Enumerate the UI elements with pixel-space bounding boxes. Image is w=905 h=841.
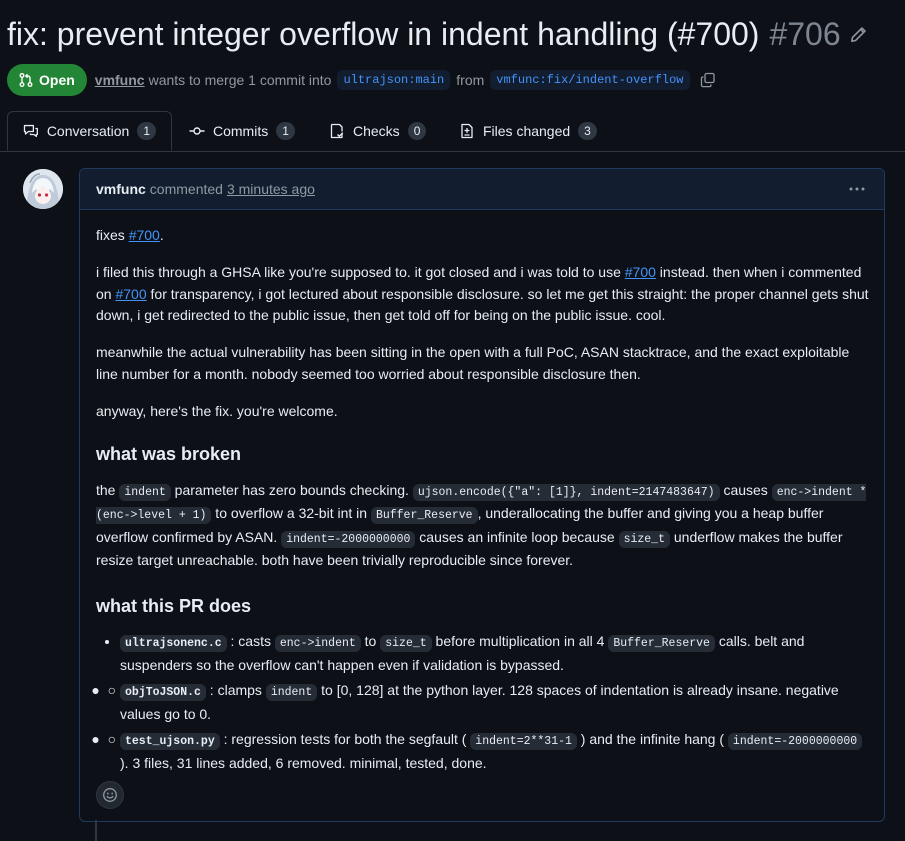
timeline-line xyxy=(95,820,97,841)
paragraph: anyway, here's the fix. you're welcome. xyxy=(96,402,338,419)
inline-code: indent=2**31-1 xyxy=(470,733,577,750)
tab-counter: 1 xyxy=(137,122,156,140)
file-diff-icon xyxy=(461,123,473,139)
inline-code: size_t xyxy=(618,530,670,548)
tab-checks[interactable]: Checks 0 xyxy=(329,111,427,151)
base-branch[interactable]: ultrajson:main xyxy=(337,70,451,90)
inline-code: indent=-2000000000 xyxy=(727,733,863,750)
git-commit-icon xyxy=(189,127,205,135)
inline-code: indent xyxy=(265,684,318,701)
list-item: test_ujson.py : regression tests for bot… xyxy=(120,729,872,774)
inline-code: size_t xyxy=(380,635,432,652)
list-item: ultrajsonenc.c : casts enc->indent to si… xyxy=(120,631,872,676)
inline-code: indent=-2000000000 xyxy=(281,530,416,548)
kebab-menu-icon[interactable] xyxy=(848,181,866,200)
tab-counter: 0 xyxy=(407,122,427,140)
tab-counter: 1 xyxy=(276,122,295,140)
merge-text: wants to merge 1 commit into xyxy=(148,72,332,88)
tab-label: Conversation xyxy=(46,123,130,139)
tab-conversation[interactable]: Conversation 1 xyxy=(7,111,172,151)
paragraph: meanwhile the actual vulnerability has b… xyxy=(96,344,850,382)
file-name: test_ujson.py xyxy=(120,733,220,750)
issue-link[interactable]: #700 xyxy=(115,286,146,302)
tab-files-changed[interactable]: Files changed 3 xyxy=(459,111,597,151)
tab-commits[interactable]: Commits 1 xyxy=(189,111,295,151)
paragraph: the indent parameter has zero bounds che… xyxy=(96,481,867,568)
inline-code: ujson.encode({"a": [1]}, indent=21474836… xyxy=(412,483,720,501)
tab-label: Commits xyxy=(213,123,269,139)
pr-title-row: fix: prevent integer overflow in indent … xyxy=(7,16,867,53)
author-link[interactable]: vmfunc xyxy=(95,72,145,88)
pencil-icon[interactable] xyxy=(849,26,867,44)
list-item: objToJSON.c : clamps indent to [0, 128] … xyxy=(120,680,872,725)
pr-number: #706 xyxy=(769,16,841,52)
comment-action: commented xyxy=(149,181,223,197)
file-name: objToJSON.c xyxy=(120,684,206,701)
issue-link[interactable]: #700 xyxy=(129,227,160,243)
git-pull-request-icon xyxy=(19,73,33,87)
change-list: objToJSON.c : clamps indent to [0, 128] … xyxy=(96,680,872,774)
comment-timestamp[interactable]: 3 minutes ago xyxy=(227,181,315,197)
file-name: ultrajsonenc.c xyxy=(120,635,227,652)
head-branch[interactable]: vmfunc:fix/indent-overflow xyxy=(490,70,690,90)
copy-icon[interactable] xyxy=(700,72,716,88)
tab-label: Files changed xyxy=(483,123,571,139)
pr-meta: Open vmfunc wants to merge 1 commit into… xyxy=(7,64,716,96)
inline-code: indent xyxy=(119,483,171,501)
comment-body: fixes #700. i filed this through a GHSA … xyxy=(96,225,872,778)
tab-counter: 3 xyxy=(578,122,597,140)
smiley-icon xyxy=(103,788,117,802)
issue-link[interactable]: #700 xyxy=(625,264,656,280)
inline-code: enc->indent xyxy=(274,635,361,652)
comment-discussion-icon xyxy=(23,124,38,138)
comment-author[interactable]: vmfunc xyxy=(96,181,146,197)
from-text: from xyxy=(456,72,485,88)
comment-box: vmfunc commented 3 minutes ago fixes #70… xyxy=(79,168,885,822)
pr-title: fix: prevent integer overflow in indent … xyxy=(7,16,760,52)
avatar[interactable] xyxy=(23,169,63,209)
add-reaction-button[interactable] xyxy=(96,781,124,809)
inline-code: Buffer_Reserve xyxy=(370,507,478,524)
pr-tabs: Conversation 1 Commits 1 Checks 0 Files … xyxy=(0,111,905,152)
section-heading: what this PR does xyxy=(96,595,252,616)
section-heading: what was broken xyxy=(96,444,242,464)
status-badge: Open xyxy=(7,64,87,96)
change-list: ultrajsonenc.c : casts enc->indent to si… xyxy=(96,631,872,676)
inline-code: Buffer_Reserve xyxy=(608,635,715,652)
paragraph: i filed this through a GHSA like you're … xyxy=(96,264,869,323)
comment-header: vmfunc commented 3 minutes ago xyxy=(80,169,884,210)
paragraph: fixes #700. xyxy=(96,227,164,243)
checklist-icon xyxy=(330,123,344,139)
tab-label: Checks xyxy=(353,123,400,139)
status-label: Open xyxy=(39,72,75,88)
